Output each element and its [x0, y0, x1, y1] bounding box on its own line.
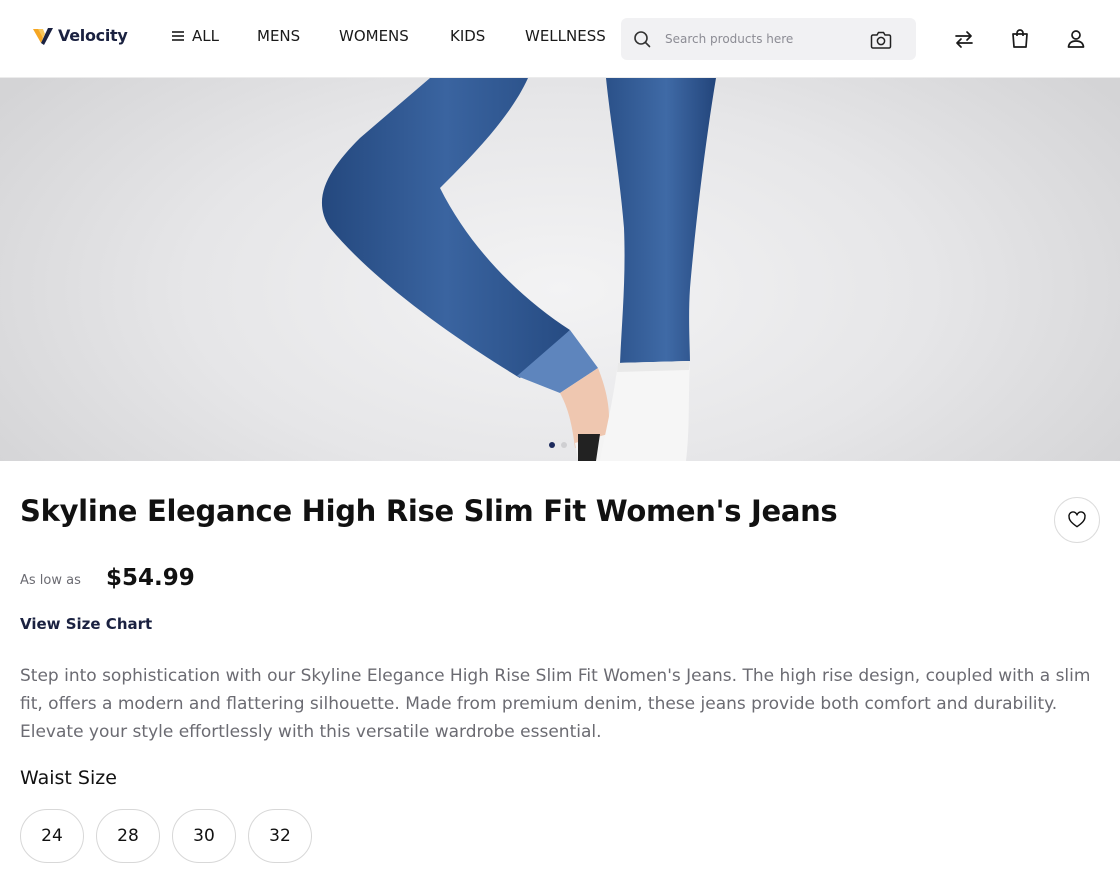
product-image-carousel[interactable] [0, 78, 1120, 461]
user-icon[interactable] [1064, 27, 1088, 51]
nav-kids[interactable]: KIDS [450, 27, 485, 45]
nav-womens[interactable]: WOMENS [339, 27, 409, 45]
size-option-28[interactable]: 28 [96, 809, 160, 863]
size-option-24[interactable]: 24 [20, 809, 84, 863]
carousel-dots [549, 442, 567, 448]
size-option-30[interactable]: 30 [172, 809, 236, 863]
brand-logo[interactable]: Velocity [32, 24, 128, 46]
compare-icon[interactable] [952, 27, 976, 51]
camera-icon[interactable] [870, 30, 892, 50]
size-options: 24 28 30 32 [20, 809, 312, 863]
top-header: Velocity ALL MENS WOMENS KIDS WELLNESS [0, 0, 1120, 78]
product-description: Step into sophistication with our Skylin… [20, 666, 1091, 742]
carousel-dot-1[interactable] [549, 442, 555, 448]
view-size-chart-link[interactable]: View Size Chart [20, 615, 152, 633]
nav-wellness[interactable]: WELLNESS [525, 27, 606, 45]
heart-icon [1068, 511, 1086, 528]
product-price: $54.99 [106, 565, 195, 591]
product-photo [321, 78, 716, 461]
nav-all[interactable]: ALL [170, 27, 219, 45]
nav-all-label: ALL [192, 27, 219, 45]
size-option-32[interactable]: 32 [248, 809, 312, 863]
carousel-dot-2[interactable] [561, 442, 567, 448]
wishlist-button[interactable] [1054, 497, 1100, 543]
search-icon[interactable] [633, 30, 651, 48]
search-bar [621, 18, 916, 60]
nav-mens[interactable]: MENS [257, 27, 300, 45]
menu-icon [172, 31, 184, 41]
search-input[interactable] [665, 28, 855, 50]
price-prefix: As low as [20, 573, 81, 588]
bag-icon[interactable] [1008, 27, 1032, 51]
velocity-logo-icon [33, 28, 53, 45]
waist-size-label: Waist Size [20, 767, 117, 789]
product-title: Skyline Elegance High Rise Slim Fit Wome… [20, 494, 838, 528]
brand-name: Velocity [58, 25, 128, 45]
